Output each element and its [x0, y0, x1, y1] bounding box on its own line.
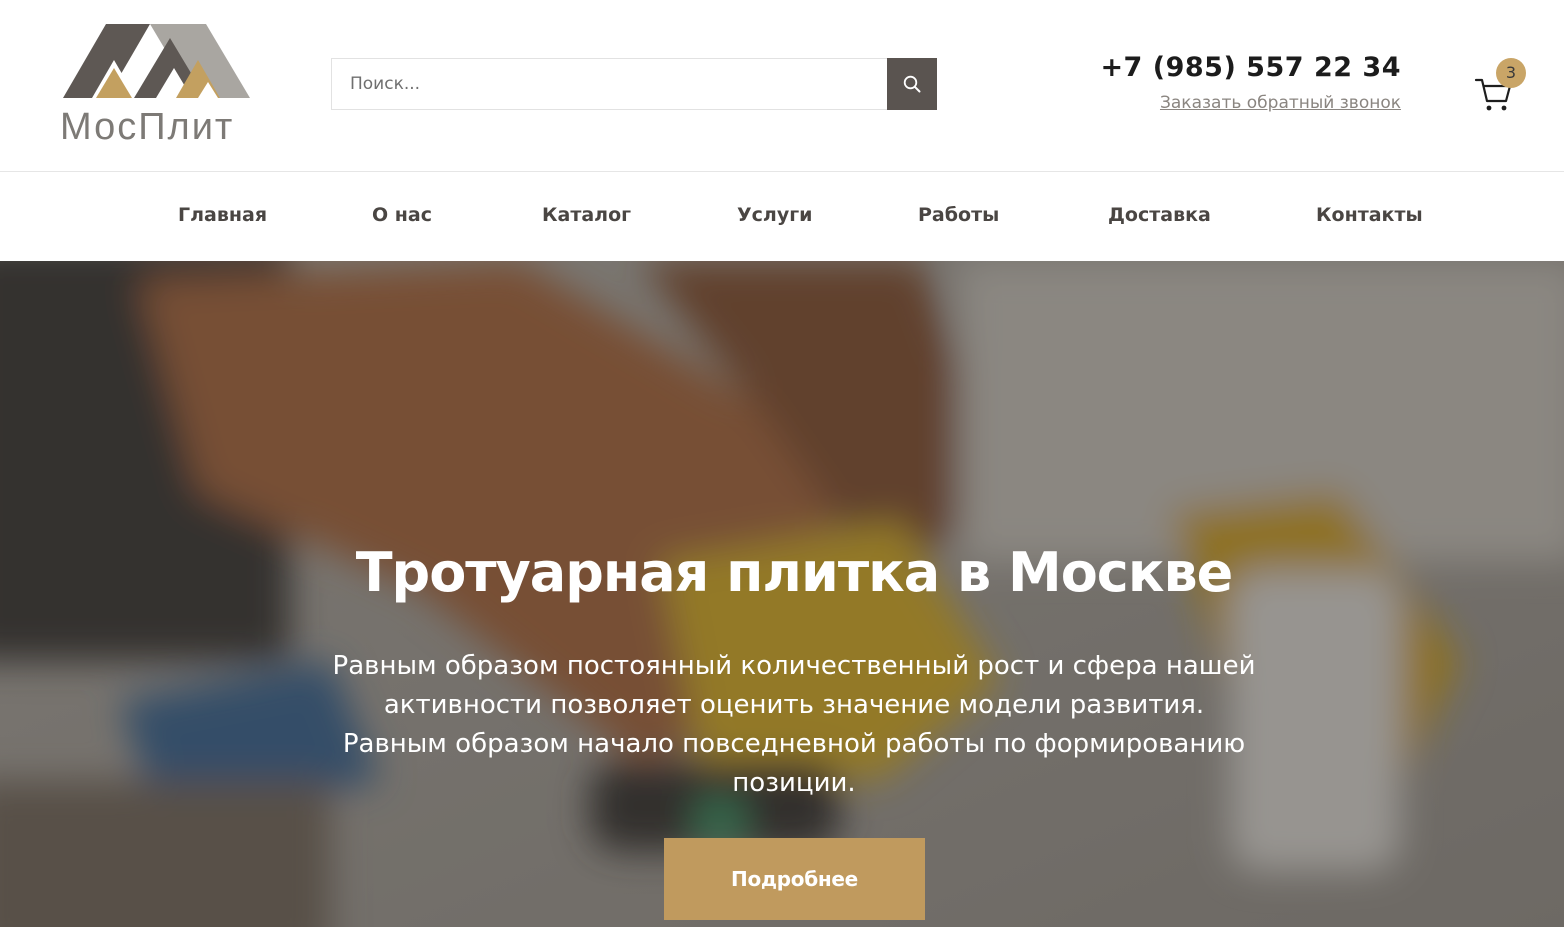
- search-icon: [903, 75, 921, 93]
- more-details-button[interactable]: Подробнее: [664, 838, 925, 920]
- search-input[interactable]: [331, 58, 887, 110]
- hero-title: Тротуарная плитка в Москве: [355, 541, 1234, 604]
- search-button[interactable]: [887, 58, 937, 110]
- header-contact: +7 (985) 557 22 34 Заказать обратный зво…: [1100, 52, 1401, 113]
- nav-item-works[interactable]: Работы: [918, 204, 999, 226]
- nav-item-home[interactable]: Главная: [178, 204, 267, 226]
- hero-banner: Тротуарная плитка в Москве Равным образо…: [0, 261, 1564, 927]
- main-nav: Главная О нас Каталог Услуги Работы Дост…: [0, 172, 1564, 261]
- nav-item-contacts[interactable]: Контакты: [1316, 204, 1423, 226]
- search-form: [331, 58, 937, 110]
- nav-item-catalog[interactable]: Каталог: [542, 204, 631, 226]
- cart-count-badge: 3: [1496, 58, 1526, 88]
- callback-link[interactable]: Заказать обратный звонок: [1160, 93, 1401, 113]
- logo-mark-icon: [63, 24, 250, 98]
- hero-description: Равным образом постоянный количественный…: [332, 651, 1256, 798]
- site-logo[interactable]: МосПлит: [58, 20, 258, 150]
- phone-link[interactable]: +7 (985) 557 22 34: [1100, 52, 1401, 83]
- nav-item-about[interactable]: О нас: [372, 204, 432, 226]
- site-header: МосПлит +7 (985) 557 22 34 Заказать обра…: [0, 0, 1564, 172]
- logo-text: МосПлит: [60, 106, 235, 148]
- cart-button[interactable]: 3: [1474, 58, 1530, 118]
- nav-item-services[interactable]: Услуги: [737, 204, 812, 226]
- nav-item-delivery[interactable]: Доставка: [1108, 204, 1211, 226]
